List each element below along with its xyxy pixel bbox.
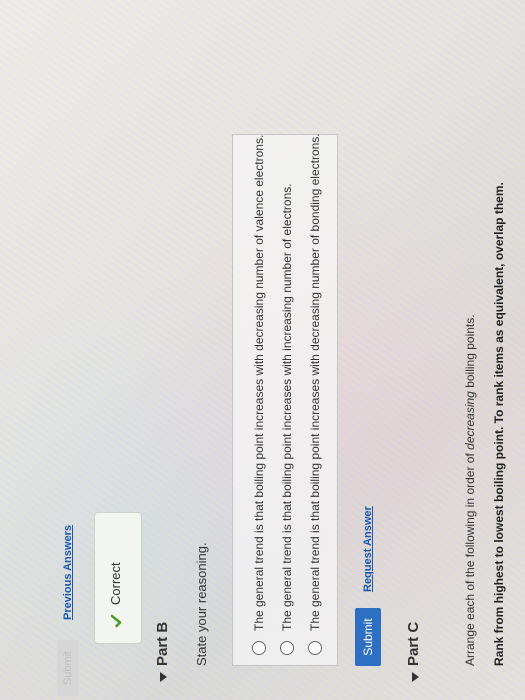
part-c-expand-icon[interactable] [412, 672, 419, 682]
option-row-3[interactable]: The general trend is that boiling point … [304, 133, 326, 655]
request-answer-link[interactable]: Request Answer [362, 506, 374, 592]
rank-instruction: Rank from highest to lowest boiling poin… [492, 182, 506, 666]
radio-unselected-icon[interactable] [280, 641, 294, 655]
part-c-instruction: Arrange each of the following in order o… [463, 314, 477, 666]
option-2-label[interactable]: The general trend is that boiling point … [280, 183, 294, 631]
radio-unselected-icon[interactable] [252, 641, 266, 655]
part-b-prompt: State your reasoning. [194, 542, 209, 666]
arrange-emphasis: decreasing [463, 391, 477, 450]
option-1-label[interactable]: The general trend is that boiling point … [252, 135, 266, 631]
submit-button-disabled: Submit [57, 640, 79, 696]
arrange-suffix: boiling points. [463, 314, 477, 392]
correct-feedback-box: Correct [94, 512, 142, 644]
part-c-title[interactable]: Part C [405, 622, 422, 666]
option-3-label[interactable]: The general trend is that boiling point … [308, 133, 322, 631]
mastering-chemistry-page: Submit Previous Answers Correct Part B S… [0, 0, 525, 700]
option-row-2[interactable]: The general trend is that boiling point … [276, 183, 298, 655]
previous-answers-link[interactable]: Previous Answers [62, 525, 74, 620]
submit-button[interactable]: Submit [355, 608, 381, 666]
checkmark-icon [110, 614, 122, 628]
radio-unselected-icon[interactable] [308, 641, 322, 655]
answer-options-box: The general trend is that boiling point … [232, 133, 338, 666]
arrange-prefix: Arrange each of the following in order o… [463, 449, 477, 666]
correct-label: Correct [108, 562, 123, 605]
photo-frame: Submit Previous Answers Correct Part B S… [0, 0, 525, 700]
part-b-title[interactable]: Part B [154, 622, 171, 666]
option-row-1[interactable]: The general trend is that boiling point … [248, 135, 270, 655]
part-b-expand-icon[interactable] [160, 672, 167, 682]
